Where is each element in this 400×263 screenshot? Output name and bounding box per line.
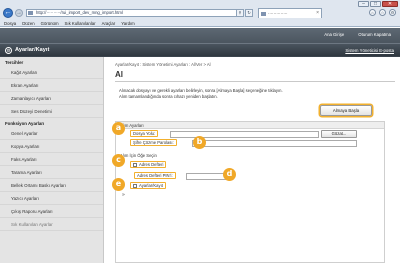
search-icon[interactable]: ⚲	[236, 9, 244, 17]
decrypt-label-wrap: Şifre Çözme Parolası:	[130, 139, 177, 146]
sidebar-item-printer[interactable]: Yazıcı Ayarları	[0, 192, 103, 205]
sidebar-item-fax[interactable]: Faks Ayarları	[0, 153, 103, 166]
decrypt-password-input[interactable]	[192, 140, 357, 147]
address-buttons: ⚲ ↻	[236, 9, 253, 17]
file-path-input[interactable]	[170, 131, 319, 138]
sidebar-item-memory-media[interactable]: Bellek Ortamı Baskı Ayarları	[0, 179, 103, 192]
callout-e: e	[112, 178, 125, 191]
panel-header: Alım Ayarları	[116, 122, 384, 129]
address-book-pin-input[interactable]	[186, 173, 228, 180]
sidebar-item-copy[interactable]: Kopya Ayarları	[0, 140, 103, 153]
bullet-mark: »	[122, 192, 125, 198]
browse-button[interactable]: Gözat...	[321, 130, 357, 138]
page-description: Alınacak dosyayı ve gerekli ayarları bel…	[119, 88, 283, 100]
app-title-bar: ⚙ Ayarlar/Kayıt Sistem Yöneticisi E-post…	[0, 43, 400, 56]
tab-close-icon[interactable]: ×	[316, 9, 319, 18]
menu-tools[interactable]: Araçlar	[102, 20, 116, 27]
address-book-highlight: Adres Defteri	[130, 161, 167, 168]
sidebar-section-preferences: Tercihler	[5, 60, 24, 65]
browser-chrome: – □ ✕ ← → http://··········/rui_import_d…	[0, 0, 400, 27]
maximize-icon[interactable]: □	[370, 1, 381, 7]
address-url: http://··········/rui_import_dev_mng_imp…	[36, 10, 123, 15]
settings-highlight: Ayarlar/Kayıt	[130, 182, 166, 189]
address-bar[interactable]: http://··········/rui_import_dev_mng_imp…	[26, 9, 240, 17]
settings-logo-icon: ⚙	[5, 47, 12, 54]
select-items-heading: Alım İçin Öğe Seçin	[120, 153, 157, 158]
window-controls: – □ ✕	[358, 1, 398, 7]
menu-edit[interactable]: Düzen	[22, 20, 34, 27]
menu-file[interactable]: Dosya	[4, 20, 16, 27]
back-arrow-icon[interactable]: ←	[3, 8, 13, 18]
sidebar-section-functions: Fonksiyon Ayarları	[5, 121, 45, 126]
callout-b: b	[193, 136, 206, 149]
sidebar-item-general[interactable]: Genel Ayarlar	[0, 127, 103, 140]
settings-label: Ayarlar/Kayıt	[139, 183, 163, 188]
gear-icon[interactable]: ⚙	[389, 9, 396, 16]
menu-help[interactable]: Yardım	[121, 20, 135, 27]
home-icon[interactable]: ⌂	[369, 9, 376, 16]
sidebar-item-output-report[interactable]: Çıkış Raporu Ayarları	[0, 205, 103, 218]
refresh-icon[interactable]: ↻	[245, 9, 253, 17]
browser-tab[interactable]: ·············· ×	[258, 8, 322, 18]
settings-option: Ayarlar/Kayıt	[130, 182, 166, 189]
page-favicon-icon	[28, 11, 33, 15]
settings-checkbox[interactable]	[133, 183, 137, 188]
logout-button[interactable]: Oturum Kapatma	[355, 31, 394, 38]
address-book-pin-label: Adres Defteri PIN’i:	[134, 172, 176, 179]
main-content: Ayarlar/Kayıt : Sistem Yönetimi Ayarları…	[105, 57, 400, 263]
description-line-2: Alım tamamlandığında sonra cıhazı yenide…	[119, 94, 218, 99]
menu-view[interactable]: Görünüm	[41, 20, 59, 27]
sidebar: Tercihler Kağıt Ayarları Ekran Ayarları …	[0, 57, 104, 263]
address-book-pin-option: Adres Defteri PIN’i:	[134, 172, 176, 179]
sidebar-item-favorites[interactable]: Sık Kullanılan Ayarlar	[0, 218, 103, 231]
minimize-icon[interactable]: –	[358, 1, 369, 7]
address-book-checkbox[interactable]	[133, 162, 137, 167]
sidebar-item-volume[interactable]: Ses Düzeyi Denetimi	[0, 105, 103, 118]
import-settings-panel: Alım Ayarları Dosya Yolu: Gözat... Şifre…	[115, 121, 385, 263]
decrypt-password-label: Şifre Çözme Parolası:	[130, 139, 177, 146]
browser-tools: ⌂ ☆ ⚙	[369, 9, 396, 16]
close-icon[interactable]: ✕	[382, 1, 398, 7]
sidebar-item-paper[interactable]: Kağıt Ayarları	[0, 66, 103, 79]
address-book-label: Adres Defteri	[139, 162, 164, 167]
start-import-button[interactable]: Almaya Başla	[320, 105, 372, 116]
title-divider	[115, 81, 395, 82]
file-path-label: Dosya Yolu:	[130, 130, 159, 137]
sidebar-item-timer[interactable]: Zamanlayıcı Ayarları	[0, 92, 103, 105]
tab-favicon-icon	[261, 12, 266, 16]
menu-bar: Dosya Düzen Görünüm Sık Kullanılanlar Ar…	[0, 20, 400, 27]
callout-d: d	[223, 168, 236, 181]
page-title: Al	[115, 70, 123, 79]
menu-favorites[interactable]: Sık Kullanılanlar	[65, 20, 96, 27]
admin-email-link[interactable]: Sistem Yöneticisi E-posta	[345, 48, 394, 53]
tab-title: ··············	[268, 11, 288, 16]
forward-arrow-icon[interactable]: →	[15, 9, 23, 17]
callout-c: c	[112, 154, 125, 167]
sidebar-item-scan[interactable]: Tarama Ayarları	[0, 166, 103, 179]
breadcrumb: Ayarlar/Kayıt : Sistem Yönetimi Ayarları…	[115, 62, 211, 67]
header-top-buttons: Ana Girişe Oturum Kapatma	[321, 31, 394, 38]
app-title: Ayarlar/Kayıt	[15, 47, 50, 53]
callout-a: a	[112, 122, 125, 135]
file-path-label-wrap: Dosya Yolu:	[130, 130, 159, 137]
star-icon[interactable]: ☆	[379, 9, 386, 16]
address-book-option: Adres Defteri	[130, 161, 167, 168]
main-menu-button[interactable]: Ana Girişe	[321, 31, 347, 38]
sidebar-item-display[interactable]: Ekran Ayarları	[0, 79, 103, 92]
